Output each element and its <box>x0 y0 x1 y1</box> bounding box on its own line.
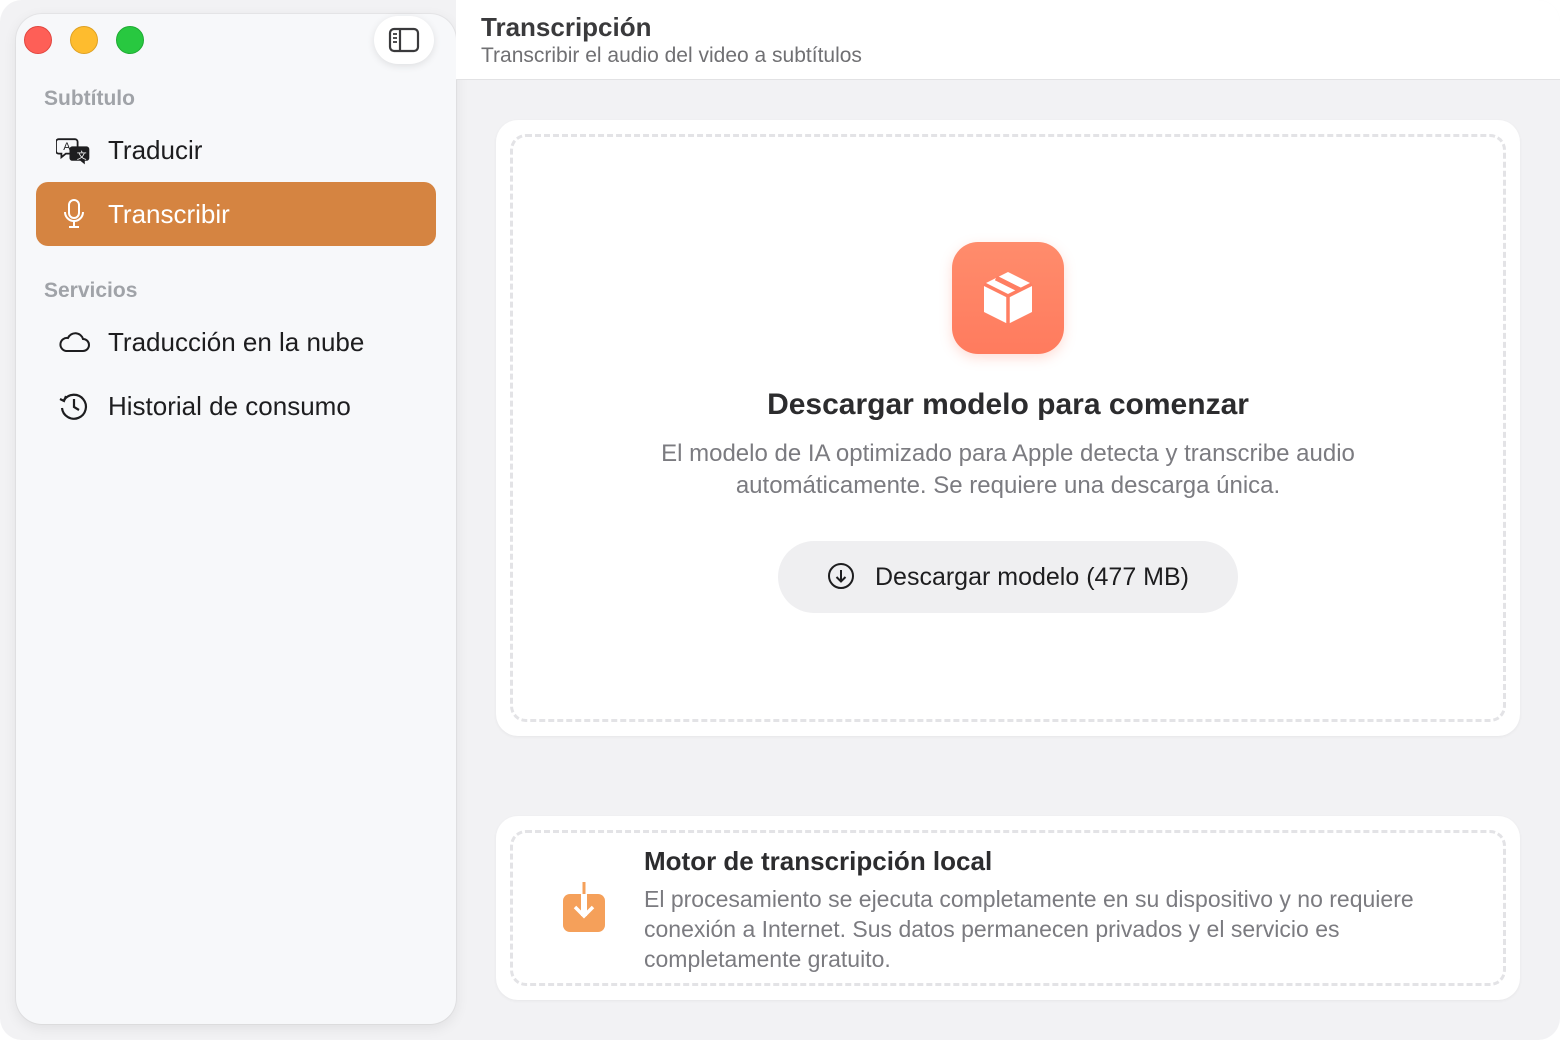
sidebar-item-traducir[interactable]: A 文 Traducir <box>36 118 436 182</box>
sidebar-item-label: Traducir <box>108 134 203 165</box>
sidebar-toggle-icon <box>388 27 420 53</box>
sidebar-section-subtitulo: Subtítulo <box>44 87 135 110</box>
sidebar-item-label: Historial de consumo <box>108 390 351 421</box>
download-button-label: Descargar modelo (477 MB) <box>874 562 1189 591</box>
app-window: Subtítulo A 文 Traducir Transcribir Servi… <box>0 0 1560 1040</box>
window-close-button[interactable] <box>24 26 52 54</box>
page-title: Transcripción <box>481 12 652 42</box>
history-icon <box>56 388 92 424</box>
translate-icon: A 文 <box>56 132 92 168</box>
download-model-button[interactable]: Descargar modelo (477 MB) <box>778 541 1238 613</box>
info-title: Motor de transcripción local <box>644 846 993 876</box>
main-title: Descargar modelo para comenzar <box>767 388 1249 421</box>
sidebar-section-servicios: Servicios <box>44 279 138 302</box>
main-description: El modelo de IA optimizado para Apple de… <box>661 440 1355 499</box>
sidebar-toggle-button[interactable] <box>374 16 434 64</box>
window-zoom-button[interactable] <box>116 26 144 54</box>
sidebar-item-label: Transcribir <box>108 198 230 229</box>
cloud-icon <box>56 324 92 360</box>
download-model-card: Descargar modelo para comenzar El modelo… <box>496 120 1520 736</box>
sidebar-item-transcribir[interactable]: Transcribir <box>36 182 436 246</box>
sidebar-item-label: Traducción en la nube <box>108 326 365 357</box>
svg-text:文: 文 <box>77 149 87 162</box>
sidebar-item-historial[interactable]: Historial de consumo <box>36 374 436 438</box>
download-circle-icon <box>827 562 857 592</box>
page-subtitle: Transcribir el audio del video a subtítu… <box>481 44 862 67</box>
local-engine-card: Motor de transcripción local El procesam… <box>496 816 1520 1000</box>
dashed-border <box>510 134 1506 722</box>
info-description: El procesamiento se ejecuta completament… <box>644 886 1414 972</box>
package-icon <box>952 242 1064 354</box>
page-header: Transcripción Transcribir el audio del v… <box>456 0 1560 80</box>
sidebar-item-traduccion-nube[interactable]: Traducción en la nube <box>36 310 436 374</box>
microphone-icon <box>56 196 92 232</box>
download-tray-icon <box>560 880 608 936</box>
window-minimize-button[interactable] <box>70 26 98 54</box>
